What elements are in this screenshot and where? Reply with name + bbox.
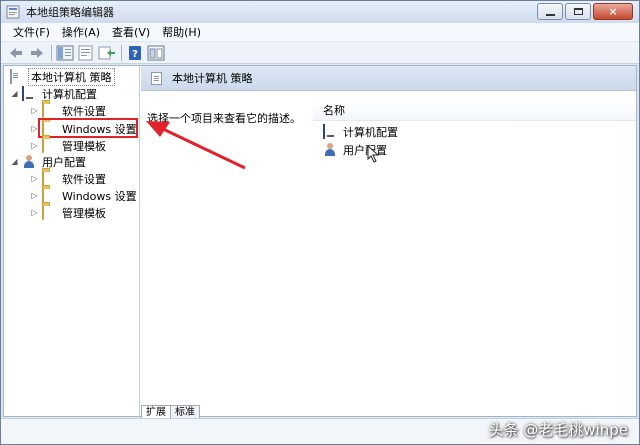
tree-root-label: 本地计算机 策略 [28,67,115,86]
toolbar-separator [121,44,122,61]
toolbar-separator [51,44,52,61]
computer-icon [323,123,339,139]
tree-item-computer-software[interactable]: ▷ 软件设置 [30,102,106,119]
minimize-icon [546,14,555,16]
title-bar[interactable]: 本地组策略编辑器 × [1,1,639,23]
menu-view[interactable]: 查看(V) [106,24,156,40]
highlight-annotation-box [38,118,138,138]
details-title: 本地计算机 策略 [172,72,253,85]
policy-editor-icon [6,5,20,19]
show-hide-tree-icon[interactable] [56,45,74,61]
view-tabs: 扩展 标准 [141,405,200,419]
tree-item-label: Windows 设置 [62,189,137,203]
tree-item-label: 管理模板 [62,206,106,220]
tree-item-computer-admin-templates[interactable]: ▷ 管理模板 [30,137,106,154]
user-icon [22,154,38,169]
forward-icon[interactable] [28,45,46,61]
expand-arrow-icon[interactable]: ▷ [30,141,39,150]
computer-icon [22,85,38,101]
expand-arrow-icon[interactable]: ▷ [30,106,39,115]
expand-arrow-icon[interactable]: ▷ [30,174,39,183]
tree-item-user-admin-templates[interactable]: ▷ 管理模板 [30,204,106,221]
folder-icon [42,170,58,186]
list-item-label: 计算机配置 [343,125,398,139]
navigation-tree: 本地计算机 策略 ◢ 计算机配置 ▷ 软件设置 ▷ Windows 设置 ▷ 管… [4,66,140,416]
window-controls: × [535,3,633,20]
close-button[interactable]: × [593,3,633,20]
export-list-icon[interactable] [98,45,116,61]
column-header-name[interactable]: 名称 [313,101,636,121]
tree-item-label: 软件设置 [62,172,106,186]
user-icon [323,142,339,157]
policy-doc-icon [8,68,24,84]
folder-icon [42,137,58,153]
main-window: 本地组策略编辑器 × 文件(F) 操作(A) 查看(V) 帮助(H) ? 本地计… [0,0,640,445]
folder-icon [42,187,58,203]
tree-item-label: 软件设置 [62,104,106,118]
menu-help[interactable]: 帮助(H) [156,24,207,40]
menu-bar: 文件(F) 操作(A) 查看(V) 帮助(H) [1,23,639,42]
tab-standard[interactable]: 标准 [170,405,200,419]
collapse-arrow-icon[interactable]: ◢ [10,89,19,98]
back-icon[interactable] [7,45,25,61]
help-icon[interactable]: ? [126,45,144,61]
toolbar: ? [1,42,639,64]
maximize-icon [574,8,583,15]
list-item-computer-config[interactable]: 计算机配置 [323,123,398,140]
extended-view-icon[interactable] [147,45,165,61]
tree-item-label: 管理模板 [62,139,106,153]
window-title: 本地组策略编辑器 [26,6,114,19]
description-text: 选择一个项目来查看它的描述。 [147,112,301,125]
collapse-arrow-icon[interactable]: ◢ [10,157,19,166]
minimize-button[interactable] [537,3,563,20]
menu-file[interactable]: 文件(F) [7,24,56,40]
tab-extended[interactable]: 扩展 [141,405,171,419]
close-icon: × [608,5,618,18]
tree-item-computer-config[interactable]: ◢ 计算机配置 [10,85,97,102]
menu-action[interactable]: 操作(A) [56,24,106,40]
folder-icon [42,102,58,118]
expand-arrow-icon[interactable]: ▷ [30,208,39,217]
content-area: 本地计算机 策略 ◢ 计算机配置 ▷ 软件设置 ▷ Windows 设置 ▷ 管… [3,65,637,419]
watermark-text: 头条 @老毛桃winpe [488,421,628,439]
svg-text:?: ? [132,49,138,60]
mouse-cursor-icon [367,145,380,163]
properties-icon[interactable] [77,45,95,61]
details-pane: 本地计算机 策略 选择一个项目来查看它的描述。 名称 计算机配置 用户配置 扩展… [141,66,636,419]
folder-icon [42,204,58,220]
maximize-button[interactable] [565,3,591,20]
expand-arrow-icon[interactable]: ▷ [30,191,39,200]
tree-root[interactable]: 本地计算机 策略 [8,67,115,86]
policy-doc-icon [151,71,162,85]
tree-item-label: 计算机配置 [42,87,97,101]
details-header: 本地计算机 策略 [141,66,636,91]
